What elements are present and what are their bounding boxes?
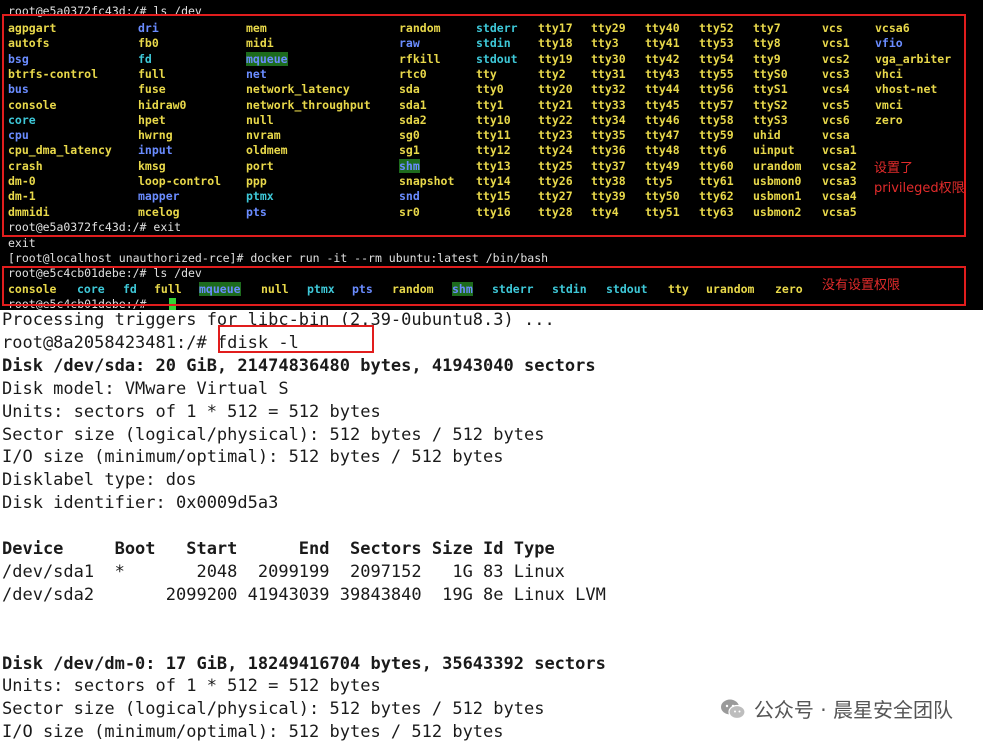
annotation-normal: 没有设置权限	[822, 278, 901, 293]
output-line: Disk model: VMware Virtual S	[2, 378, 289, 399]
output-line: /dev/sda2 2099200 41943039 39843840 19G …	[2, 584, 606, 605]
output-line: Disk /dev/dm-0: 17 GiB, 18249416704 byte…	[2, 653, 606, 674]
output-line: /dev/sda1 * 2048 2099199 2097152 1G 83 L…	[2, 561, 565, 582]
output-line: Disk identifier: 0x0009d5a3	[2, 493, 279, 514]
output-line: Device Boot Start End Sectors Size Id Ty…	[2, 539, 555, 559]
output-line: Units: sectors of 1 * 512 = 512 bytes	[2, 676, 381, 697]
output-line: Sector size (logical/physical): 512 byte…	[2, 699, 545, 720]
output-line: Units: sectors of 1 * 512 = 512 bytes	[2, 401, 381, 422]
watermark: 公众号 · 晨星安全团队	[720, 694, 953, 723]
docker-run-command: [root@localhost unauthorized-rce]# docke…	[8, 251, 549, 265]
annotation-privileged-line1: 设置了	[874, 161, 914, 176]
watermark-text: 公众号 · 晨星安全团队	[753, 698, 953, 722]
output-line: I/O size (minimum/optimal): 512 bytes / …	[2, 447, 504, 468]
annotation-privileged-line2: privileged权限	[874, 181, 965, 196]
output-line: I/O size (minimum/optimal): 512 bytes / …	[2, 722, 504, 743]
exit-echo: exit	[8, 236, 36, 250]
output-line: Disk /dev/sda: 20 GiB, 21474836480 bytes…	[2, 355, 596, 376]
terminal-bottom: Processing triggers for libc-bin (2.39-0…	[0, 310, 983, 745]
annotation-box-fdisk	[218, 325, 374, 353]
wechat-icon	[720, 698, 746, 720]
output-line: Sector size (logical/physical): 512 byte…	[2, 424, 545, 445]
terminal-top: root@e5a0372fc43d:/# ls /dev agpgart dri m…	[0, 0, 983, 310]
annotation-box-privileged	[2, 14, 966, 237]
output-line: Disklabel type: dos	[2, 470, 197, 491]
